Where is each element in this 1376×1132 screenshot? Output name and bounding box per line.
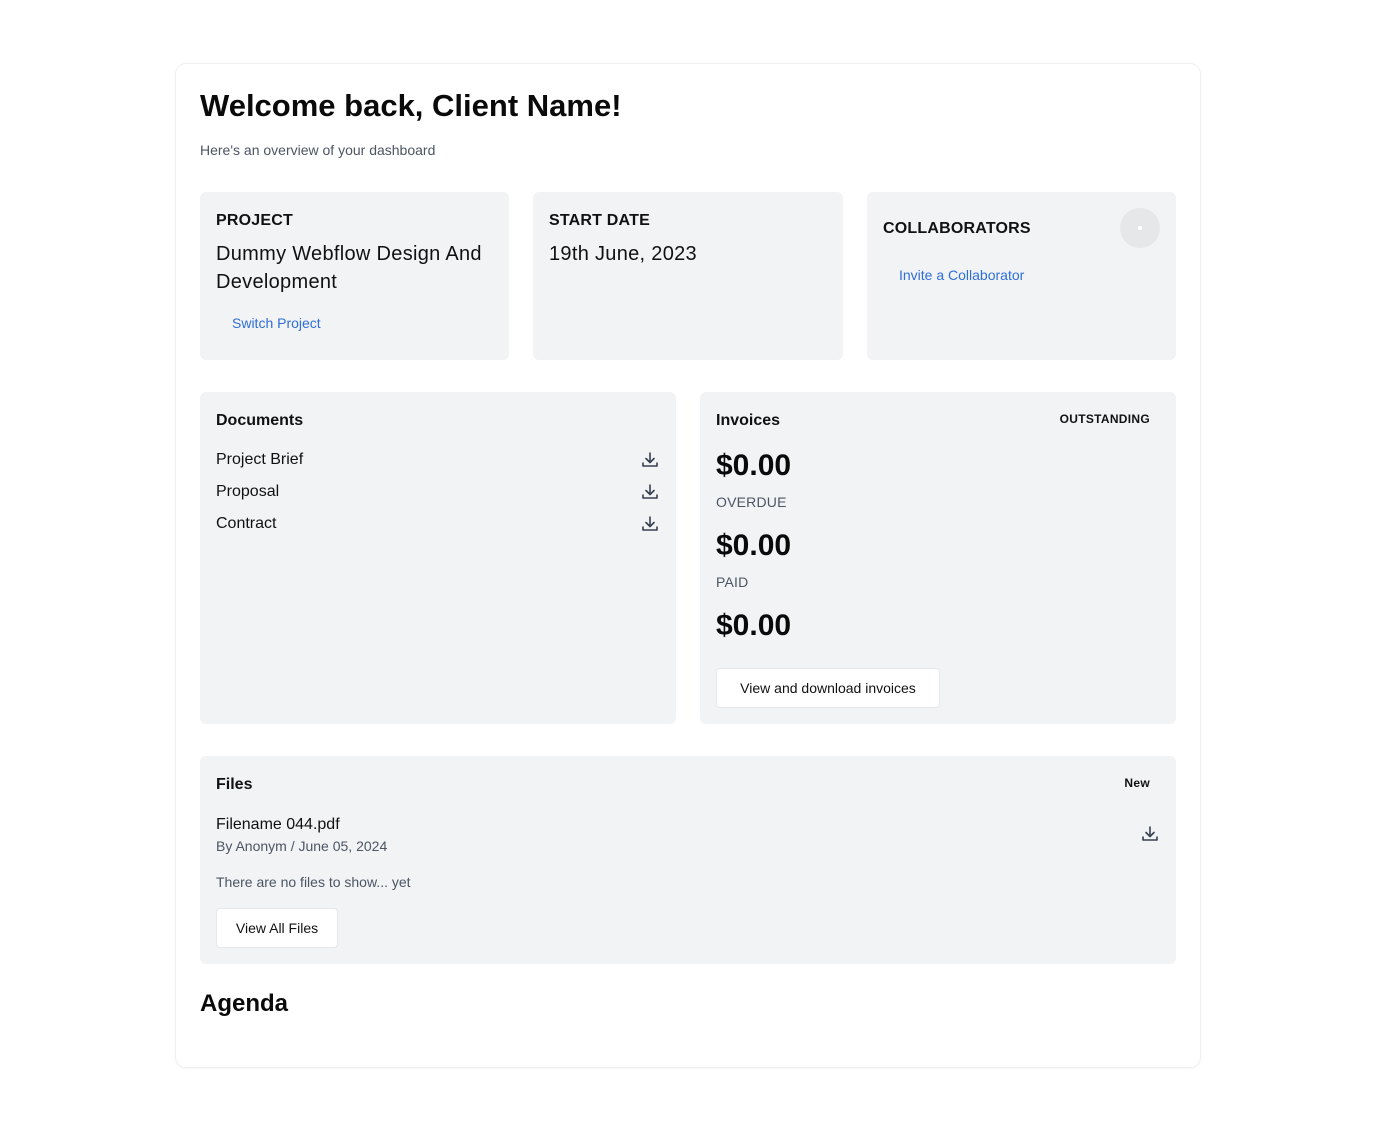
avatar[interactable] [1120,208,1160,248]
outstanding-badge: OUTSTANDING [1059,412,1150,426]
page-title: Welcome back, Client Name! [200,88,622,123]
new-files-badge[interactable]: New [1124,776,1150,790]
project-label: PROJECT [216,212,293,229]
document-name: Proposal [216,483,280,500]
project-name: Dummy Webflow Design And Development [216,243,482,293]
download-icon[interactable] [640,450,660,470]
document-row: Project Brief [216,448,660,472]
switch-project-link[interactable]: Switch Project [232,315,321,331]
file-meta: By Anonym / June 05, 2024 [216,838,388,854]
file-name[interactable]: Filename 044.pdf [216,816,340,834]
view-invoices-button[interactable]: View and download invoices [716,668,940,708]
documents-title: Documents [216,412,304,429]
document-row: Proposal [216,480,660,504]
page-subtitle: Here's an overview of your dashboard [200,142,436,158]
outstanding-amount: $0.00 [716,449,792,482]
documents-card: Documents Project Brief Proposal Contrac… [200,392,676,724]
document-row: Contract [216,512,660,536]
invite-collaborator-link[interactable]: Invite a Collaborator [899,267,1024,283]
collaborators-label: COLLABORATORS [883,220,1031,237]
download-icon[interactable] [640,514,660,534]
invoices-title: Invoices [716,412,781,429]
paid-amount: $0.00 [716,609,792,642]
document-name: Contract [216,515,277,532]
project-card: PROJECT Dummy Webflow Design And Develop… [200,192,509,360]
files-title: Files [216,776,253,793]
start-date-label: START DATE [549,212,650,229]
view-all-files-button[interactable]: View All Files [216,908,338,948]
collaborators-card: COLLABORATORS Invite a Collaborator [867,192,1176,360]
download-icon[interactable] [1140,824,1160,844]
start-date-value: 19th June, 2023 [549,243,697,265]
avatar-placeholder-icon [1138,226,1142,230]
overdue-label: OVERDUE [716,494,787,510]
files-empty-message: There are no files to show... yet [216,874,411,890]
start-date-card: START DATE 19th June, 2023 [533,192,843,360]
invoices-card: Invoices OUTSTANDING $0.00 OVERDUE $0.00… [700,392,1176,724]
agenda-title: Agenda [200,990,289,1017]
files-card: Files New Filename 044.pdf By Anonym / J… [200,756,1176,964]
paid-label: PAID [716,574,749,590]
download-icon[interactable] [640,482,660,502]
dashboard-container: Welcome back, Client Name! Here's an ove… [176,64,1200,1067]
document-name: Project Brief [216,451,304,468]
overdue-amount: $0.00 [716,529,792,562]
